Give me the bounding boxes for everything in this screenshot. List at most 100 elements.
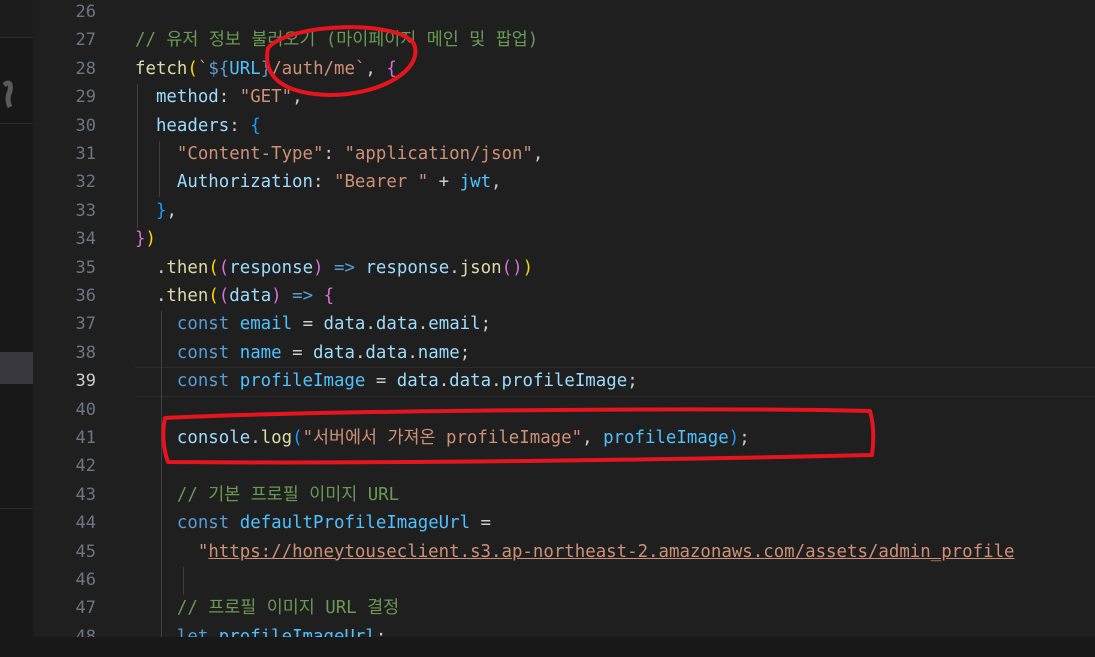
line-number: 39 <box>75 371 96 392</box>
code-token: profileImage <box>603 428 729 448</box>
code-token: ) <box>145 229 156 250</box>
code-line[interactable]: // 기본 프로필 이미지 URL <box>135 481 399 509</box>
code-token: . <box>354 342 366 363</box>
code-token: . <box>365 314 376 335</box>
code-token: name <box>239 342 282 363</box>
code-token: + <box>428 172 460 193</box>
code-token: , <box>166 200 177 221</box>
code-token: ; <box>480 314 492 335</box>
code-token: then <box>166 286 209 306</box>
code-token: ) <box>313 257 324 278</box>
code-token: json <box>459 257 502 278</box>
code-token: , <box>292 87 303 108</box>
code-token: data <box>313 342 355 363</box>
code-line[interactable]: }) <box>135 225 156 253</box>
code-token: // 유저 정보 불러오기 (마이페이지 메인 및 팝업) <box>135 30 539 51</box>
code-line[interactable]: // 프로필 이미지 URL 결정 <box>135 594 399 622</box>
code-line[interactable]: const defaultProfileImageUrl = <box>135 509 491 537</box>
code-line[interactable]: // 유저 정보 불러오기 (마이페이지 메인 및 팝업) <box>135 26 538 54</box>
code-line[interactable]: const name = data.data.name; <box>135 339 470 367</box>
code-token: = <box>281 342 314 363</box>
code-token: https://honeytouseclient.s3.ap-northeast… <box>208 541 1015 562</box>
sidebar-panel-top <box>0 0 33 37</box>
code-token: ) <box>512 257 523 278</box>
code-token: response <box>365 257 450 278</box>
line-number: 30 <box>75 115 96 136</box>
code-token: log <box>260 428 293 448</box>
code-token: ) <box>522 257 534 278</box>
code-token: data <box>449 371 492 392</box>
code-line[interactable]: headers: { <box>135 112 261 140</box>
code-line[interactable]: Authorization: "Bearer " + jwt, <box>135 168 502 196</box>
activity-sidebar <box>0 0 33 657</box>
line-number: 46 <box>75 570 96 590</box>
code-editor[interactable]: 26 27 28 29 30 31 32 33 34 35 36 37 38 39 40 41 42 43 44 45… <box>33 0 1095 637</box>
code-token: const <box>176 342 230 363</box>
sidebar-divider <box>0 37 33 38</box>
code-line[interactable]: "https://honeytouseclient.s3.ap-northeas… <box>135 538 1015 566</box>
line-number: 33 <box>75 200 96 221</box>
code-line[interactable]: .then((response) => response.json()) <box>135 254 533 282</box>
code-line[interactable]: method: "GET", <box>135 83 303 111</box>
code-line[interactable]: let profileImageUrl; <box>135 623 386 637</box>
sidebar-divider <box>0 123 33 124</box>
code-line[interactable]: .then((data) => { <box>135 282 334 310</box>
code-token: } <box>135 229 146 250</box>
code-line[interactable]: "Content-Type": "application/json", <box>135 140 544 168</box>
code-token: const <box>176 513 230 534</box>
code-line[interactable]: }, <box>135 197 177 225</box>
code-token: : <box>229 115 251 136</box>
sidebar-selected-item[interactable] <box>0 352 33 384</box>
code-token: , <box>491 172 502 193</box>
code-token: then <box>166 257 209 278</box>
code-token: data <box>323 314 366 335</box>
code-token: { <box>250 115 261 136</box>
bottom-panel-edge <box>0 637 1095 657</box>
code-token: ; <box>739 428 750 448</box>
code-token: . <box>135 257 167 278</box>
code-token: ; <box>627 371 638 392</box>
code-token: ) <box>728 428 740 448</box>
line-number: 43 <box>75 484 96 505</box>
code-area[interactable]: // 유저 정보 불러오기 (마이페이지 메인 및 팝업) fetch(`${UR… <box>135 0 1095 637</box>
code-token: : <box>323 144 345 164</box>
code-token: "GET" <box>239 87 293 108</box>
line-number: 34 <box>75 229 96 250</box>
line-number: 44 <box>75 513 96 534</box>
code-token: , <box>582 428 604 448</box>
code-token: method <box>155 87 219 108</box>
code-token: . <box>250 428 261 448</box>
code-token: . <box>438 371 450 392</box>
code-token: const <box>176 314 230 335</box>
line-number: 31 <box>75 144 96 164</box>
code-token: ( <box>218 257 230 278</box>
code-line[interactable]: const email = data.data.email; <box>135 310 491 338</box>
line-number: 37 <box>75 314 96 335</box>
code-token: ( <box>218 286 230 306</box>
code-token: } <box>155 200 167 221</box>
code-line[interactable]: fetch(`${URL}/auth/me`, { <box>135 55 397 83</box>
code-token: profileImage <box>239 371 366 392</box>
code-token: email <box>239 314 293 335</box>
code-token: , <box>532 144 544 164</box>
code-token: profileImageUrl <box>218 626 376 637</box>
code-token: . <box>491 371 502 392</box>
code-token: ${ <box>208 58 230 79</box>
code-token: = <box>470 513 492 534</box>
code-token: " <box>197 541 209 562</box>
code-line[interactable]: console.log("서버에서 가져온 profileImage", pro… <box>135 424 750 452</box>
code-token: data <box>375 314 418 335</box>
code-token: ; <box>459 342 471 363</box>
code-line[interactable]: const profileImage = data.data.profileIm… <box>135 367 638 395</box>
code-token: data <box>396 371 439 392</box>
